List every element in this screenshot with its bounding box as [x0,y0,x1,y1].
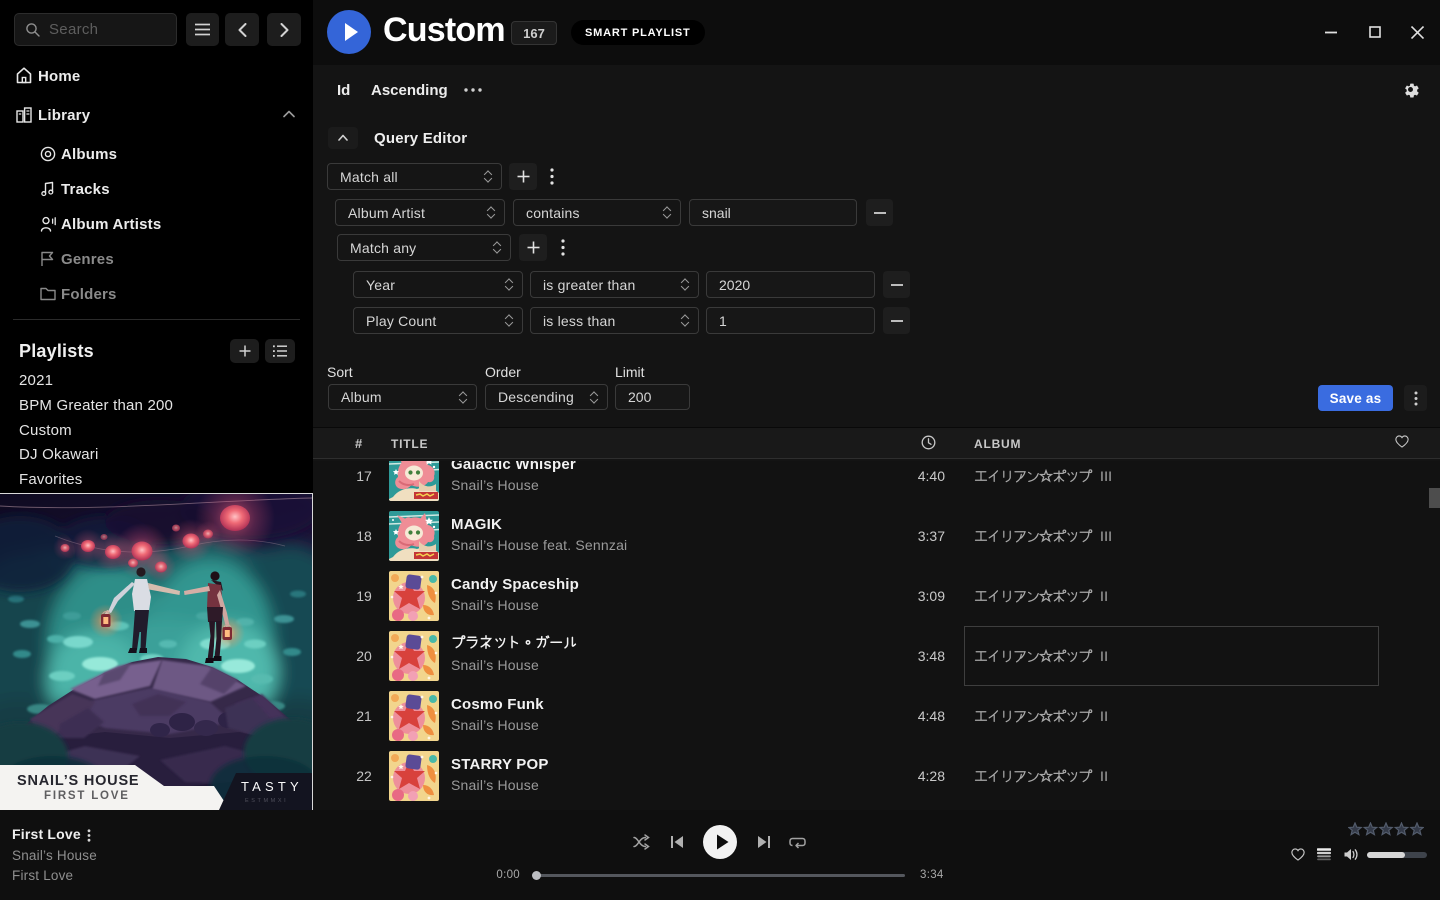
svg-text:TASTY: TASTY [241,779,303,794]
svg-text:ESTMMXI: ESTMMXI [245,798,288,804]
svg-text:FIRST LOVE: FIRST LOVE [44,790,130,802]
svg-text:SNAIL’S HOUSE: SNAIL’S HOUSE [17,773,139,789]
